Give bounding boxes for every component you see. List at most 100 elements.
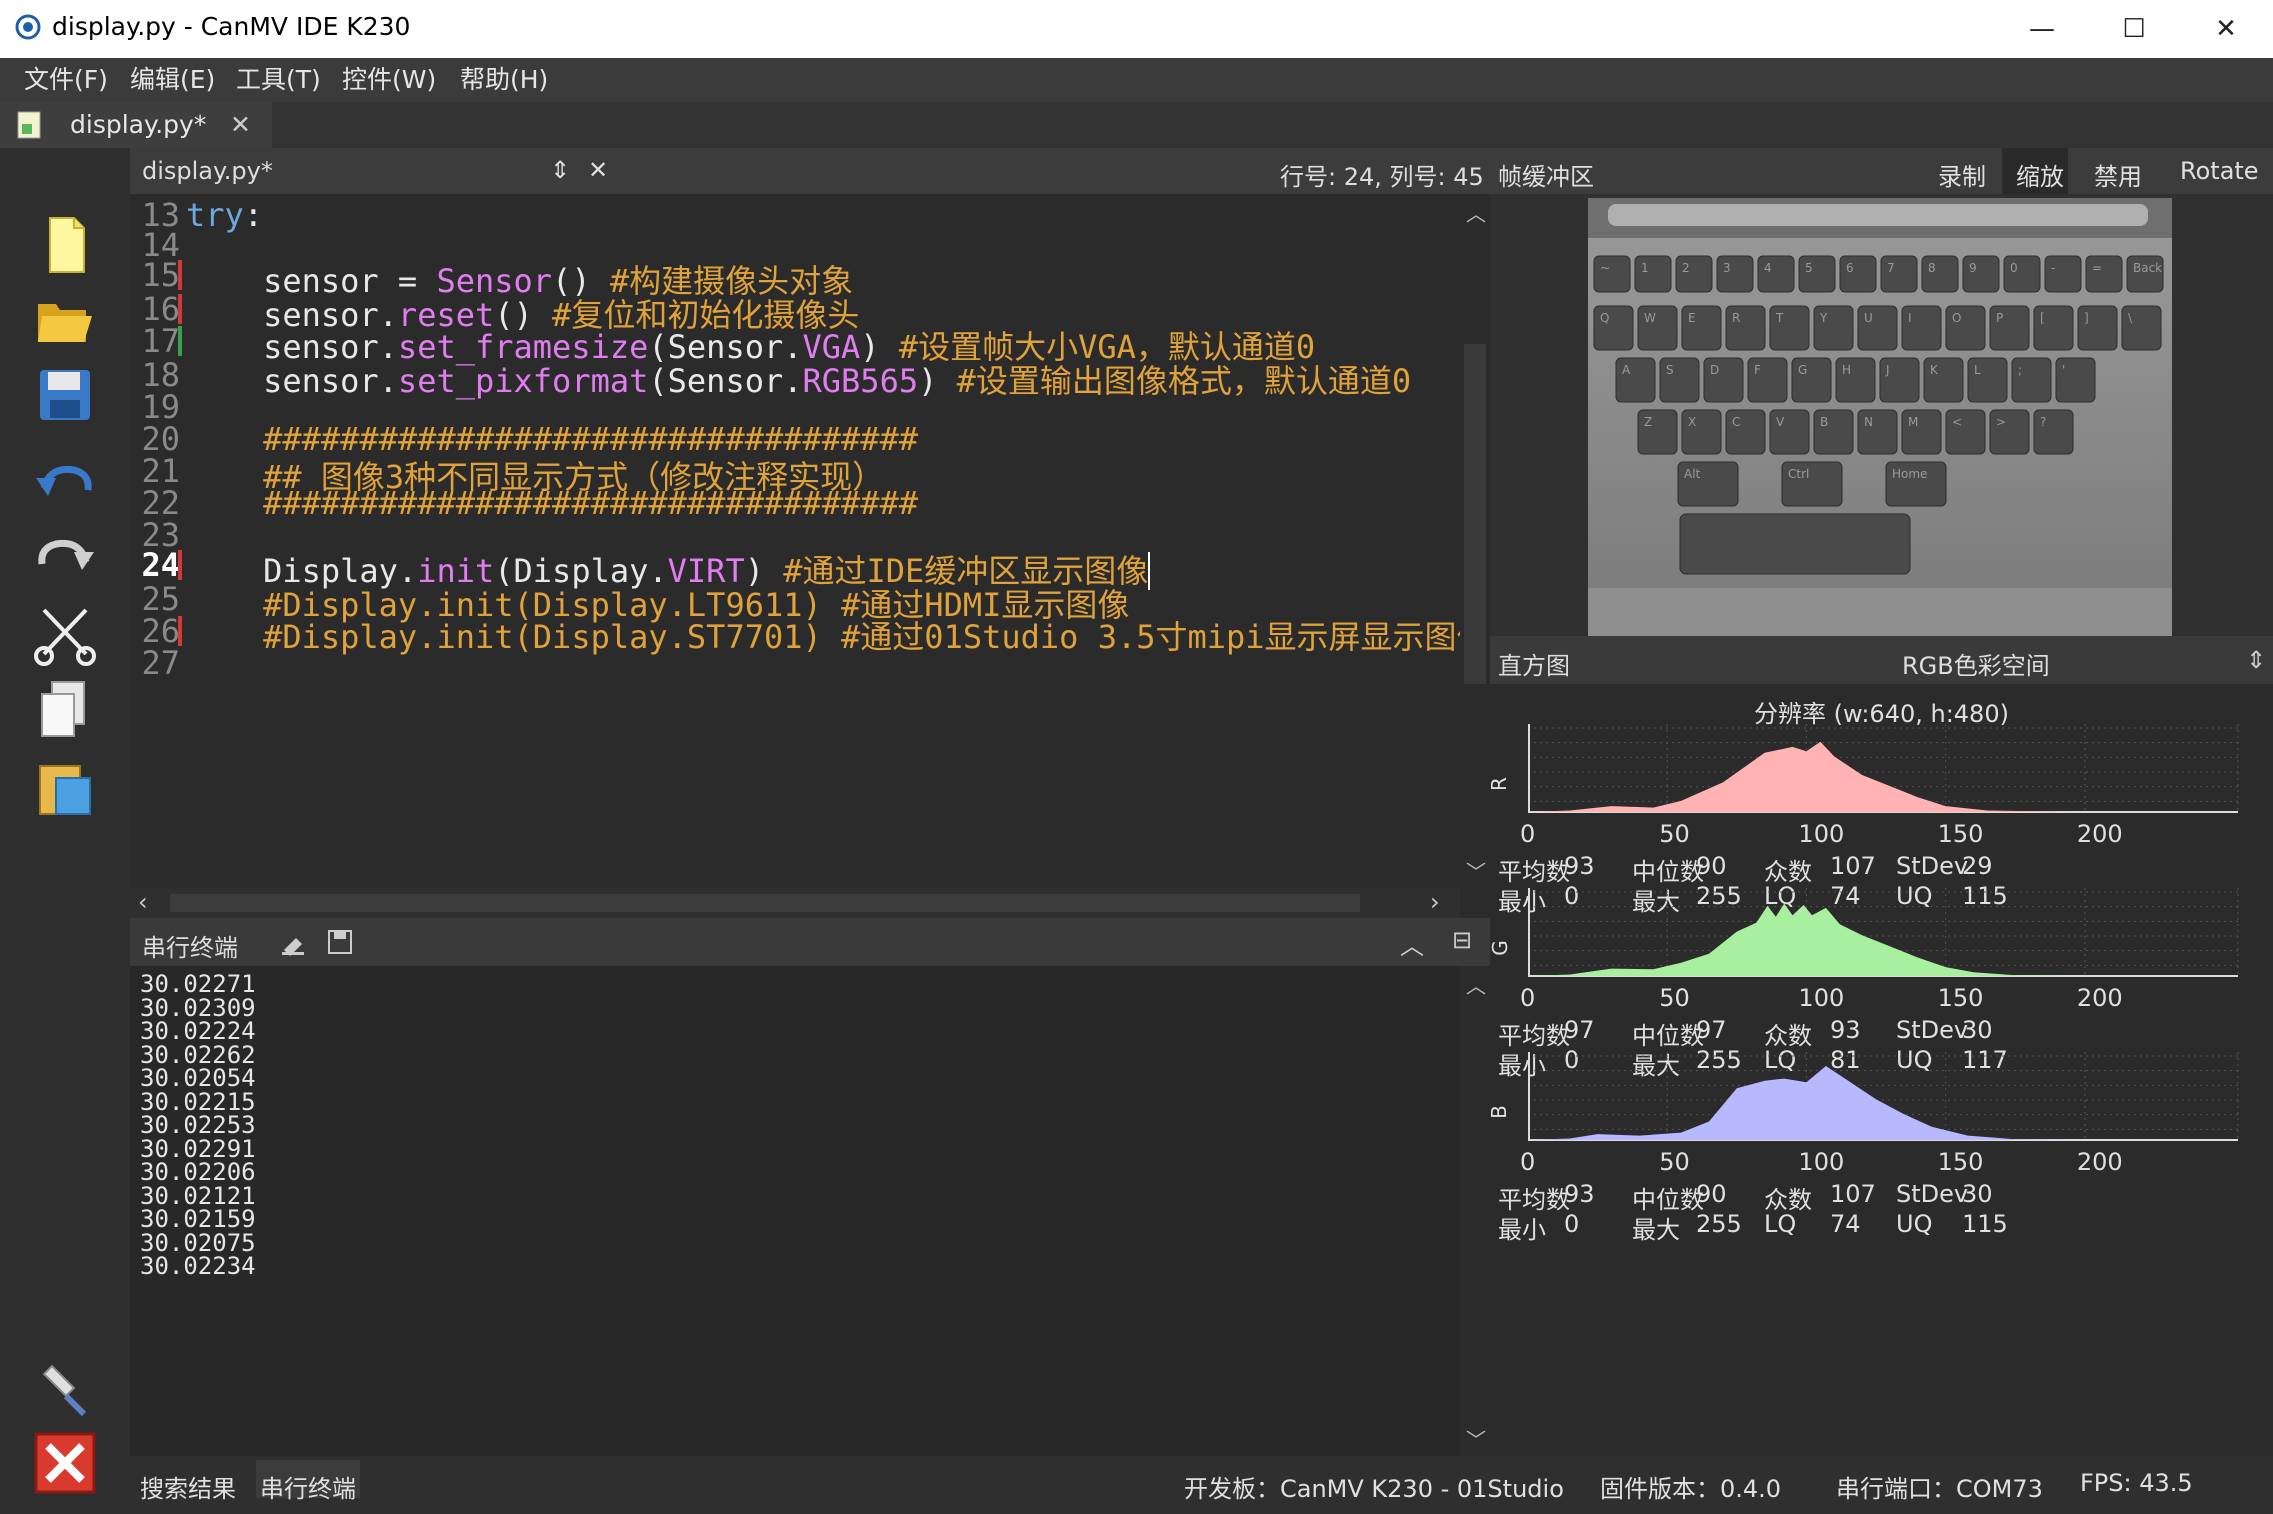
keyboard-key-label: = [2092,261,2102,275]
keyboard-key-label: X [1688,415,1696,429]
histogram-area [1528,741,2085,812]
copy-icon[interactable] [30,674,100,744]
stat-value-median: 90 [1696,1180,1727,1208]
terminal-title: 串行终端 [142,934,238,962]
keyboard-key-label: F [1754,363,1761,377]
x-tick-label: 50 [1659,1148,1690,1176]
terminal-line: 30.02234 [140,1252,256,1280]
editor-vertical-scrollbar[interactable]: ︿ ﹀ [1460,194,1490,888]
x-tick-label: 100 [1798,984,1845,1012]
keyboard-key-label: Ctrl [1788,467,1809,481]
record-button[interactable]: 录制 [1938,157,1986,192]
keyboard-key-label: I [1908,311,1912,325]
h-scroll-thumb[interactable] [170,894,1360,912]
histogram-panel: 分辨率 (w:640, h:480) R 0 50 100 150 200 平均数 93 中位数… [1487,684,2273,1456]
menu-widgets[interactable]: 控件(W) [342,58,436,102]
code-token: #设置输出图像格式，默认通道0 [956,362,1412,400]
menu-file[interactable]: 文件(F) [24,58,108,102]
open-folder-icon[interactable] [30,284,100,354]
clear-terminal-icon[interactable] [278,928,308,958]
histogram-plot [1528,724,2239,813]
tab-serial-terminal[interactable]: 串行终端 [260,1469,356,1504]
line-number: 27 [141,644,180,682]
x-tick-label: 0 [1520,820,1536,848]
cursor-position: 行号: 24, 列号: 45 [1280,163,1484,191]
menu-help[interactable]: 帮助(H) [460,58,548,102]
keyboard-key-label: Y [1819,311,1828,325]
file-select-arrows-icon[interactable]: ⇕ [550,156,570,184]
keyboard-key-label: Alt [1684,467,1701,481]
stat-label-max: 最大 [1632,1216,1680,1244]
undo-icon[interactable] [30,448,100,518]
cut-icon[interactable] [30,598,100,668]
maximize-button[interactable]: ☐ [2088,0,2180,58]
terminal-vertical-scrollbar[interactable]: ︿ ﹀ [1460,966,1490,1456]
file-tab-label: display.py* [70,110,207,139]
scroll-thumb[interactable] [1464,344,1486,684]
save-icon[interactable] [30,360,100,430]
histogram-plot [1528,888,2239,977]
camera-frame-image: ~1 2 3 4 5 6 7 8 9 0- = BackQ W E R T Y U I O P[] \A S D F G H J K L;… [1588,198,2172,636]
close-window-button[interactable]: ✕ [2180,0,2272,58]
file-tab-close-icon[interactable]: ✕ [230,110,251,139]
zoom-button[interactable]: 缩放 [2016,157,2064,192]
minimize-button[interactable]: — [1996,0,2088,58]
terminal-scroll-down-icon[interactable]: ﹀ [1466,1424,1486,1453]
menu-tools[interactable]: 工具(T) [236,58,321,102]
terminal-scroll-up-icon[interactable]: ︿ [1466,970,1486,999]
keyboard-key-label: 4 [1764,261,1772,275]
save-log-icon[interactable] [326,928,354,956]
keyboard-key-label: V [1776,415,1785,429]
stat-value-mode: 93 [1830,1016,1861,1044]
disable-button[interactable]: 禁用 [2094,157,2142,192]
menu-edit[interactable]: 编辑(E) [130,58,215,102]
panel-toggle-icon[interactable]: ⊟ [1452,926,1472,954]
serial-terminal-output[interactable]: 30.02271 30.02309 30.02224 30.02262 30.02054… [130,966,1460,1456]
x-tick-label: 100 [1798,1148,1845,1176]
stat-value-mode: 107 [1830,852,1876,880]
editor-file-label[interactable]: display.py* [142,157,273,185]
framebuffer-title: 帧缓冲区 [1498,163,1594,191]
code-editor[interactable]: 13 try: 14 15 sensor = Sensor() #构建摄像头对象 16 … [130,194,1460,888]
file-tab[interactable]: display.py* ✕ [0,102,272,148]
scroll-left-icon[interactable]: ‹ [138,888,148,916]
collapse-up-icon[interactable]: ︿ [1400,926,1424,961]
rotate-button[interactable]: Rotate [2180,157,2259,185]
colorspace-dropdown-icon[interactable]: ⇕ [2246,646,2266,674]
stat-value-mean: 93 [1564,1180,1595,1208]
keyboard-key-label: L [1974,363,1981,377]
keyboard-key-label: W [1644,311,1656,325]
code-token: ################################## [186,484,919,522]
keyboard-key-label: ? [2040,415,2046,429]
stat-value-max: 255 [1696,1210,1742,1238]
framebuffer-header: 帧缓冲区 录制 缩放 禁用 Rotate [1490,148,2273,194]
menu-bar: 文件(F) 编辑(E) 工具(T) 控件(W) 帮助(H) [0,58,2273,102]
scroll-down-icon[interactable]: ﹀ [1466,856,1486,885]
paste-icon[interactable] [30,752,100,822]
colorspace-select[interactable]: RGB色彩空间 [1902,646,2050,681]
x-tick-label: 100 [1798,820,1845,848]
redo-icon[interactable] [30,522,100,592]
scroll-right-icon[interactable]: › [1430,888,1440,916]
framebuffer-view: ~1 2 3 4 5 6 7 8 9 0- = Back Q W E R T Y U I O P[] \ A S D F G H J K L;… [1490,194,2273,636]
stat-value-mean: 97 [1564,1016,1595,1044]
x-tick-label: 50 [1659,820,1690,848]
keyboard-key-label: Z [1644,415,1652,429]
line-number: 15 [141,256,180,294]
stop-icon[interactable] [30,1428,100,1498]
keyboard-key-label: M [1908,415,1918,429]
keyboard-key-label: [ [2040,311,2045,325]
keyboard-key-label: 3 [1723,261,1731,275]
keyboard-key-label: N [1864,415,1873,429]
close-editor-icon[interactable]: ✕ [588,156,608,184]
keyboard-key-label: C [1732,415,1740,429]
x-tick-label: 150 [1937,820,1984,848]
histogram-header: 直方图 RGB色彩空间 ⇕ [1490,636,2273,684]
connect-icon[interactable] [30,1354,100,1424]
tab-search-results[interactable]: 搜索结果 [140,1469,236,1504]
editor-horizontal-scrollbar[interactable]: ‹ › [130,888,1460,918]
new-file-icon[interactable] [30,210,100,280]
scroll-up-icon[interactable]: ︿ [1466,198,1486,227]
file-tab-bar: display.py* ✕ [0,102,2273,148]
change-marker [178,260,182,290]
